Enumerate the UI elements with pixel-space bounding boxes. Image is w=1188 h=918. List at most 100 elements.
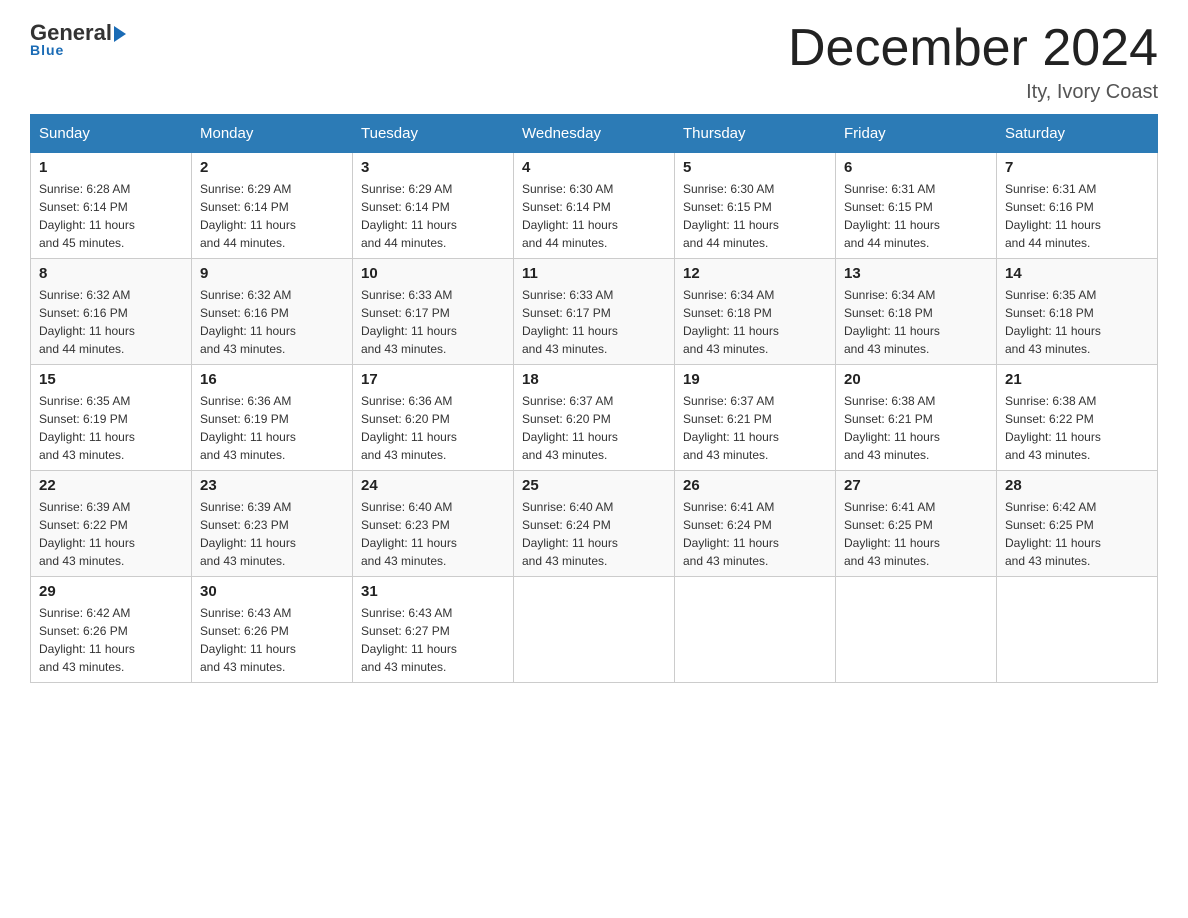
day-number: 25 — [522, 477, 666, 494]
day-info: Sunrise: 6:35 AMSunset: 6:19 PMDaylight:… — [39, 392, 183, 464]
day-number: 17 — [361, 371, 505, 388]
day-info: Sunrise: 6:42 AMSunset: 6:25 PMDaylight:… — [1005, 498, 1149, 570]
day-info: Sunrise: 6:37 AMSunset: 6:21 PMDaylight:… — [683, 392, 827, 464]
day-number: 11 — [522, 265, 666, 282]
day-info: Sunrise: 6:28 AMSunset: 6:14 PMDaylight:… — [39, 180, 183, 252]
day-number: 22 — [39, 477, 183, 494]
day-info: Sunrise: 6:31 AMSunset: 6:16 PMDaylight:… — [1005, 180, 1149, 252]
day-info: Sunrise: 6:32 AMSunset: 6:16 PMDaylight:… — [39, 286, 183, 358]
day-info: Sunrise: 6:33 AMSunset: 6:17 PMDaylight:… — [361, 286, 505, 358]
day-info: Sunrise: 6:39 AMSunset: 6:22 PMDaylight:… — [39, 498, 183, 570]
calendar-cell: 14Sunrise: 6:35 AMSunset: 6:18 PMDayligh… — [997, 259, 1158, 365]
day-number: 8 — [39, 265, 183, 282]
calendar-cell: 28 Sunrise: 6:42 AMSunset: 6:25 PMDayligh… — [997, 471, 1158, 577]
calendar-cell: 18Sunrise: 6:37 AMSunset: 6:20 PMDayligh… — [514, 365, 675, 471]
calendar-cell: 31Sunrise: 6:43 AMSunset: 6:27 PMDayligh… — [353, 577, 514, 683]
day-number: 15 — [39, 371, 183, 388]
day-number: 24 — [361, 477, 505, 494]
calendar-cell: 13 Sunrise: 6:34 AMSunset: 6:18 PMDayligh… — [836, 259, 997, 365]
calendar-cell: 2 Sunrise: 6:29 AMSunset: 6:14 PMDaylight… — [192, 153, 353, 259]
day-number: 4 — [522, 159, 666, 176]
logo: General Blue — [30, 20, 126, 58]
calendar-cell: 1 Sunrise: 6:28 AMSunset: 6:14 PMDaylight… — [31, 153, 192, 259]
day-number: 16 — [200, 371, 344, 388]
day-number: 23 — [200, 477, 344, 494]
day-info: Sunrise: 6:36 AMSunset: 6:20 PMDaylight:… — [361, 392, 505, 464]
calendar-cell: 4Sunrise: 6:30 AMSunset: 6:14 PMDaylight… — [514, 153, 675, 259]
calendar-cell: 23 Sunrise: 6:39 AMSunset: 6:23 PMDayligh… — [192, 471, 353, 577]
day-info: Sunrise: 6:42 AMSunset: 6:26 PMDaylight:… — [39, 604, 183, 676]
day-number: 28 — [1005, 477, 1149, 494]
calendar-cell: 29Sunrise: 6:42 AMSunset: 6:26 PMDayligh… — [31, 577, 192, 683]
day-number: 26 — [683, 477, 827, 494]
calendar-header-monday: Monday — [192, 115, 353, 153]
calendar-cell: 12Sunrise: 6:34 AMSunset: 6:18 PMDayligh… — [675, 259, 836, 365]
calendar-header-sunday: Sunday — [31, 115, 192, 153]
day-info: Sunrise: 6:40 AMSunset: 6:24 PMDaylight:… — [522, 498, 666, 570]
calendar-header-tuesday: Tuesday — [353, 115, 514, 153]
calendar-cell: 9Sunrise: 6:32 AMSunset: 6:16 PMDaylight… — [192, 259, 353, 365]
day-number: 5 — [683, 159, 827, 176]
page-header: General Blue December 2024 Ity, Ivory Co… — [30, 20, 1158, 104]
day-info: Sunrise: 6:39 AMSunset: 6:23 PMDaylight:… — [200, 498, 344, 570]
calendar-cell: 15 Sunrise: 6:35 AMSunset: 6:19 PMDayligh… — [31, 365, 192, 471]
logo-arrow-icon — [114, 26, 126, 42]
calendar-cell: 21Sunrise: 6:38 AMSunset: 6:22 PMDayligh… — [997, 365, 1158, 471]
title-section: December 2024 Ity, Ivory Coast — [788, 20, 1158, 104]
calendar-cell: 17 Sunrise: 6:36 AMSunset: 6:20 PMDayligh… — [353, 365, 514, 471]
calendar-cell: 10 Sunrise: 6:33 AMSunset: 6:17 PMDayligh… — [353, 259, 514, 365]
calendar-cell: 8 Sunrise: 6:32 AMSunset: 6:16 PMDaylight… — [31, 259, 192, 365]
day-info: Sunrise: 6:36 AMSunset: 6:19 PMDaylight:… — [200, 392, 344, 464]
day-number: 10 — [361, 265, 505, 282]
logo-blue-text: Blue — [30, 42, 64, 58]
calendar-cell — [675, 577, 836, 683]
day-number: 2 — [200, 159, 344, 176]
day-info: Sunrise: 6:34 AMSunset: 6:18 PMDaylight:… — [844, 286, 988, 358]
calendar-header-friday: Friday — [836, 115, 997, 153]
day-info: Sunrise: 6:40 AMSunset: 6:23 PMDaylight:… — [361, 498, 505, 570]
calendar-header-saturday: Saturday — [997, 115, 1158, 153]
month-title: December 2024 — [788, 20, 1158, 77]
day-info: Sunrise: 6:35 AMSunset: 6:18 PMDaylight:… — [1005, 286, 1149, 358]
calendar-week-row: 22 Sunrise: 6:39 AMSunset: 6:22 PMDayligh… — [31, 471, 1158, 577]
calendar-cell: 6 Sunrise: 6:31 AMSunset: 6:15 PMDaylight… — [836, 153, 997, 259]
calendar-cell — [836, 577, 997, 683]
day-number: 1 — [39, 159, 183, 176]
day-info: Sunrise: 6:43 AMSunset: 6:26 PMDaylight:… — [200, 604, 344, 676]
calendar-table: SundayMondayTuesdayWednesdayThursdayFrid… — [30, 114, 1158, 683]
calendar-cell: 3Sunrise: 6:29 AMSunset: 6:14 PMDaylight… — [353, 153, 514, 259]
day-info: Sunrise: 6:38 AMSunset: 6:21 PMDaylight:… — [844, 392, 988, 464]
day-number: 27 — [844, 477, 988, 494]
calendar-week-row: 1 Sunrise: 6:28 AMSunset: 6:14 PMDaylight… — [31, 153, 1158, 259]
day-info: Sunrise: 6:30 AMSunset: 6:15 PMDaylight:… — [683, 180, 827, 252]
calendar-cell: 25 Sunrise: 6:40 AMSunset: 6:24 PMDayligh… — [514, 471, 675, 577]
day-number: 30 — [200, 583, 344, 600]
day-number: 19 — [683, 371, 827, 388]
calendar-cell: 5 Sunrise: 6:30 AMSunset: 6:15 PMDaylight… — [675, 153, 836, 259]
day-number: 7 — [1005, 159, 1149, 176]
day-number: 13 — [844, 265, 988, 282]
calendar-cell: 26Sunrise: 6:41 AMSunset: 6:24 PMDayligh… — [675, 471, 836, 577]
calendar-cell: 24 Sunrise: 6:40 AMSunset: 6:23 PMDayligh… — [353, 471, 514, 577]
calendar-header-row: SundayMondayTuesdayWednesdayThursdayFrid… — [31, 115, 1158, 153]
day-info: Sunrise: 6:37 AMSunset: 6:20 PMDaylight:… — [522, 392, 666, 464]
calendar-cell: 27Sunrise: 6:41 AMSunset: 6:25 PMDayligh… — [836, 471, 997, 577]
location: Ity, Ivory Coast — [788, 81, 1158, 104]
day-info: Sunrise: 6:29 AMSunset: 6:14 PMDaylight:… — [361, 180, 505, 252]
calendar-cell: 30 Sunrise: 6:43 AMSunset: 6:26 PMDayligh… — [192, 577, 353, 683]
calendar-cell: 20Sunrise: 6:38 AMSunset: 6:21 PMDayligh… — [836, 365, 997, 471]
calendar-cell: 7 Sunrise: 6:31 AMSunset: 6:16 PMDaylight… — [997, 153, 1158, 259]
calendar-cell — [997, 577, 1158, 683]
calendar-header-wednesday: Wednesday — [514, 115, 675, 153]
calendar-cell: 11Sunrise: 6:33 AMSunset: 6:17 PMDayligh… — [514, 259, 675, 365]
calendar-cell: 16 Sunrise: 6:36 AMSunset: 6:19 PMDayligh… — [192, 365, 353, 471]
day-info: Sunrise: 6:29 AMSunset: 6:14 PMDaylight:… — [200, 180, 344, 252]
day-number: 6 — [844, 159, 988, 176]
calendar-header-thursday: Thursday — [675, 115, 836, 153]
calendar-week-row: 8 Sunrise: 6:32 AMSunset: 6:16 PMDaylight… — [31, 259, 1158, 365]
day-info: Sunrise: 6:31 AMSunset: 6:15 PMDaylight:… — [844, 180, 988, 252]
calendar-cell — [514, 577, 675, 683]
day-info: Sunrise: 6:32 AMSunset: 6:16 PMDaylight:… — [200, 286, 344, 358]
day-info: Sunrise: 6:43 AMSunset: 6:27 PMDaylight:… — [361, 604, 505, 676]
day-info: Sunrise: 6:38 AMSunset: 6:22 PMDaylight:… — [1005, 392, 1149, 464]
